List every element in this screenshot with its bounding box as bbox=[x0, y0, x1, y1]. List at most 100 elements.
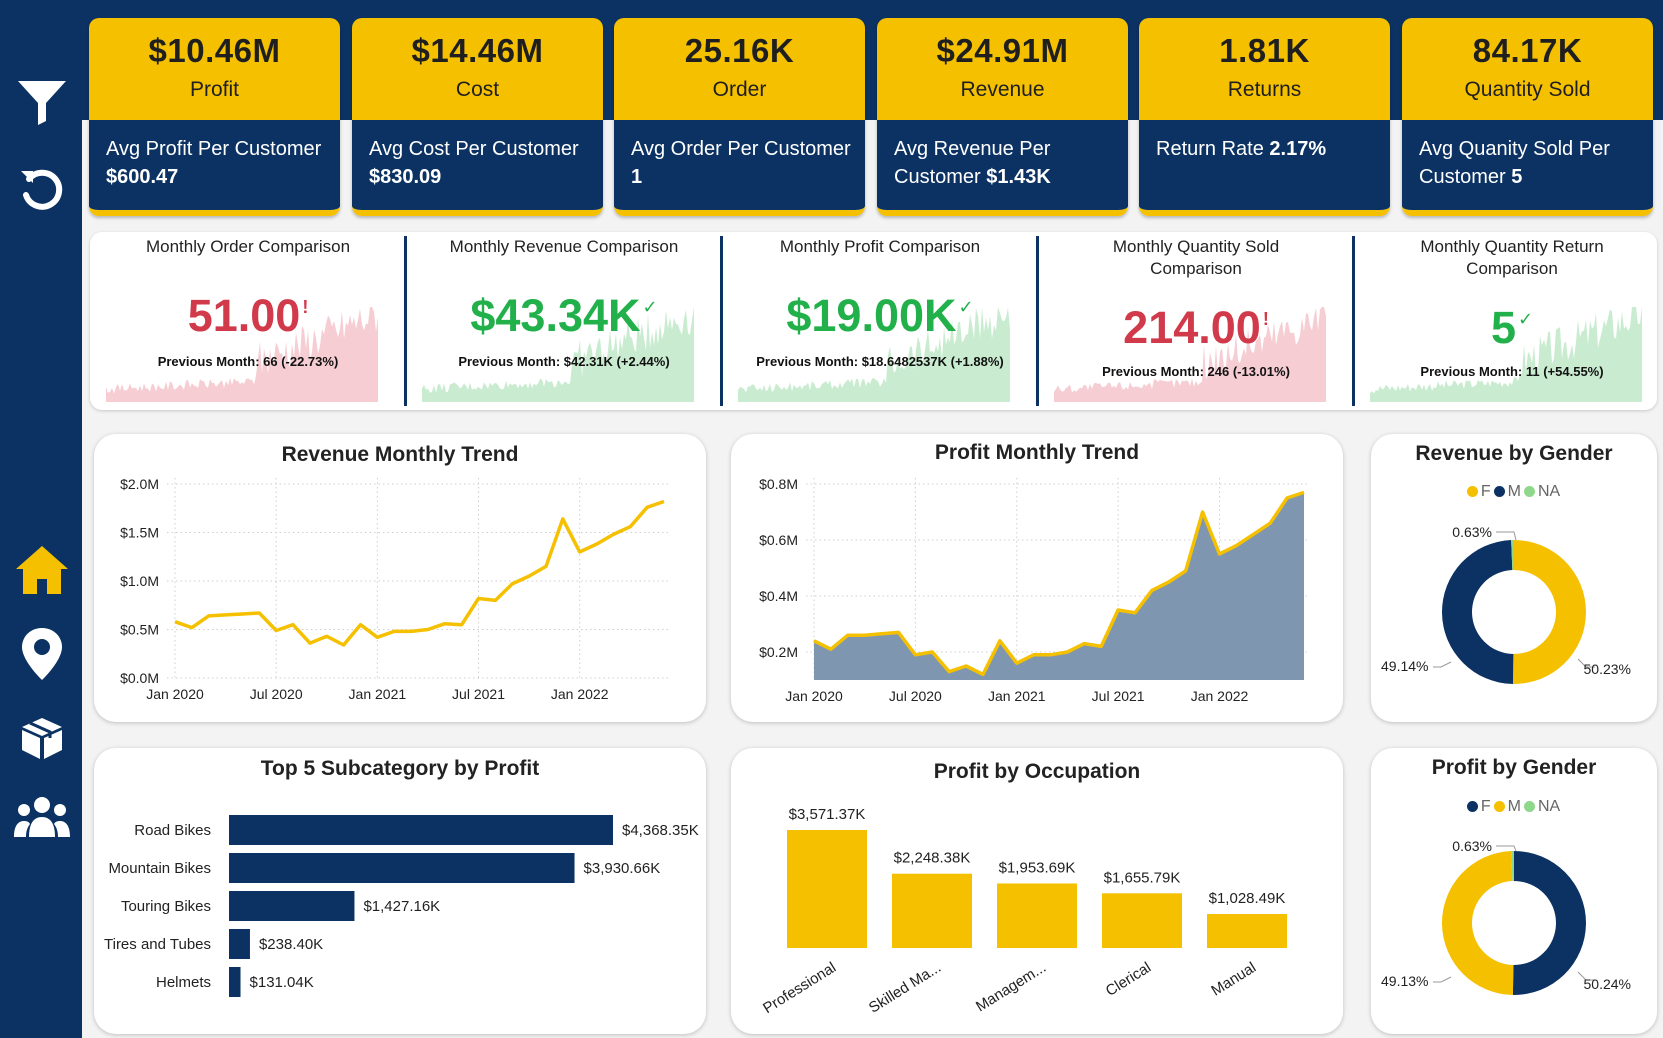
bar[interactable] bbox=[892, 873, 972, 948]
data-point[interactable] bbox=[1147, 585, 1157, 595]
data-point[interactable] bbox=[372, 632, 382, 642]
data-point[interactable] bbox=[524, 571, 534, 581]
data-label: $1,655.79K bbox=[1104, 869, 1181, 886]
profit-gender-chart[interactable]: 50.24% 49.13% 0.63% bbox=[1371, 748, 1657, 1034]
data-point[interactable] bbox=[927, 647, 937, 657]
slice-f[interactable] bbox=[1512, 851, 1586, 995]
bar[interactable] bbox=[229, 853, 575, 883]
bar[interactable] bbox=[997, 883, 1077, 948]
data-point[interactable] bbox=[1215, 549, 1225, 559]
data-point[interactable] bbox=[592, 539, 602, 549]
data-point[interactable] bbox=[339, 640, 349, 650]
data-point[interactable] bbox=[575, 547, 585, 557]
comparison-2[interactable]: Monthly Profit Comparison $19.00K ✓ Previou… bbox=[720, 232, 1038, 410]
data-point[interactable] bbox=[474, 593, 484, 603]
data-point[interactable] bbox=[843, 630, 853, 640]
data-point[interactable] bbox=[1248, 529, 1258, 539]
data-point[interactable] bbox=[1113, 605, 1123, 615]
profit-occupation-chart[interactable]: $3,571.37K Professional $2,248.38K Skilled … bbox=[731, 748, 1343, 1034]
data-point[interactable] bbox=[1029, 650, 1039, 660]
data-point[interactable] bbox=[1198, 507, 1208, 517]
data-point[interactable] bbox=[254, 608, 264, 618]
bar[interactable] bbox=[229, 891, 355, 921]
kpi-card-returns[interactable]: 1.81K Returns Return Rate 2.17% bbox=[1139, 18, 1390, 216]
data-point[interactable] bbox=[1299, 487, 1309, 497]
data-point[interactable] bbox=[558, 514, 568, 524]
data-point[interactable] bbox=[187, 623, 197, 633]
data-point[interactable] bbox=[1130, 608, 1140, 618]
data-point[interactable] bbox=[826, 644, 836, 654]
slice-m[interactable] bbox=[1442, 540, 1514, 684]
data-point[interactable] bbox=[221, 610, 231, 620]
revenue-trend-chart[interactable]: $0.0M $0.5M $1.0M $1.5M $2.0M Jan 2020 Jul 202… bbox=[94, 434, 706, 722]
data-point[interactable] bbox=[1164, 577, 1174, 587]
data-point[interactable] bbox=[204, 611, 214, 621]
data-point[interactable] bbox=[423, 625, 433, 635]
data-point[interactable] bbox=[507, 579, 517, 589]
data-point[interactable] bbox=[1181, 566, 1191, 576]
profit-trend-chart[interactable]: $0.2M $0.4M $0.6M $0.8M Jan 2020 Jul 2020 Jan … bbox=[731, 434, 1343, 722]
comparison-3[interactable]: Monthly Quantity Sold Comparison 214.00! P… bbox=[1036, 232, 1354, 410]
data-point[interactable] bbox=[355, 620, 365, 630]
kpi-card-cost[interactable]: $14.46M Cost Avg Cost Per Customer $830.09 bbox=[352, 18, 603, 216]
data-point[interactable] bbox=[659, 496, 669, 506]
data-point[interactable] bbox=[1046, 650, 1056, 660]
data-point[interactable] bbox=[1265, 518, 1275, 528]
comparison-0[interactable]: Monthly Order Comparison 51.00! Previous M… bbox=[90, 232, 406, 410]
data-point[interactable] bbox=[944, 667, 954, 677]
data-point[interactable] bbox=[271, 625, 281, 635]
package-icon[interactable] bbox=[10, 708, 74, 768]
kpi-card-order[interactable]: 25.16K Order Avg Order Per Customer 1 bbox=[614, 18, 865, 216]
data-point[interactable] bbox=[322, 631, 332, 641]
slice-m[interactable] bbox=[1441, 851, 1514, 995]
data-point[interactable] bbox=[490, 595, 500, 605]
bar[interactable] bbox=[229, 929, 250, 959]
top-subcategory-chart[interactable]: Road Bikes $4,368.35K Mountain Bikes $3,930… bbox=[94, 748, 706, 1034]
data-point[interactable] bbox=[642, 502, 652, 512]
data-point[interactable] bbox=[1012, 658, 1022, 668]
comparison-4[interactable]: Monthly Quantity Return Comparison 5 ✓ Prev… bbox=[1352, 232, 1663, 410]
data-point[interactable] bbox=[877, 629, 887, 639]
bar[interactable] bbox=[1102, 893, 1182, 948]
data-point[interactable] bbox=[893, 627, 903, 637]
data-point[interactable] bbox=[170, 617, 180, 627]
bar[interactable] bbox=[229, 967, 241, 997]
data-point[interactable] bbox=[961, 661, 971, 671]
data-point[interactable] bbox=[1079, 639, 1089, 649]
revenue-gender-chart[interactable]: 50.23% 49.14% 0.63% bbox=[1371, 434, 1657, 722]
data-point[interactable] bbox=[305, 638, 315, 648]
slice-f[interactable] bbox=[1512, 540, 1587, 684]
reset-icon[interactable] bbox=[10, 160, 74, 220]
data-point[interactable] bbox=[809, 636, 819, 646]
data-point[interactable] bbox=[389, 626, 399, 636]
comparison-1[interactable]: Monthly Revenue Comparison $43.34K ✓ Previo… bbox=[404, 232, 722, 410]
data-point[interactable] bbox=[608, 529, 618, 539]
series-line[interactable] bbox=[174, 499, 665, 647]
data-point[interactable] bbox=[288, 620, 298, 630]
data-point[interactable] bbox=[1062, 647, 1072, 657]
kpi-card-revenue[interactable]: $24.91M Revenue Avg Revenue Per Customer $… bbox=[877, 18, 1128, 216]
data-point[interactable] bbox=[1096, 641, 1106, 651]
filter-icon[interactable] bbox=[10, 72, 74, 132]
users-icon[interactable] bbox=[10, 788, 74, 848]
kpi-card-quantity-sold[interactable]: 84.17K Quantity Sold Avg Quanity Sold Per … bbox=[1402, 18, 1653, 216]
bar[interactable] bbox=[1207, 914, 1287, 948]
data-point[interactable] bbox=[541, 561, 551, 571]
data-point[interactable] bbox=[978, 669, 988, 679]
data-point[interactable] bbox=[237, 609, 247, 619]
leader-line bbox=[1433, 661, 1452, 668]
data-point[interactable] bbox=[910, 650, 920, 660]
bar[interactable] bbox=[787, 830, 867, 948]
bar[interactable] bbox=[229, 815, 613, 845]
data-point[interactable] bbox=[457, 620, 467, 630]
data-point[interactable] bbox=[440, 619, 450, 629]
data-point[interactable] bbox=[406, 626, 416, 636]
data-point[interactable] bbox=[995, 636, 1005, 646]
map-pin-icon[interactable] bbox=[10, 624, 74, 684]
data-point[interactable] bbox=[1282, 493, 1292, 503]
data-point[interactable] bbox=[625, 522, 635, 532]
data-point[interactable] bbox=[860, 630, 870, 640]
kpi-card-profit[interactable]: $10.46M Profit Avg Profit Per Customer $60… bbox=[89, 18, 340, 216]
home-icon[interactable] bbox=[10, 540, 74, 600]
data-point[interactable] bbox=[1231, 541, 1241, 551]
